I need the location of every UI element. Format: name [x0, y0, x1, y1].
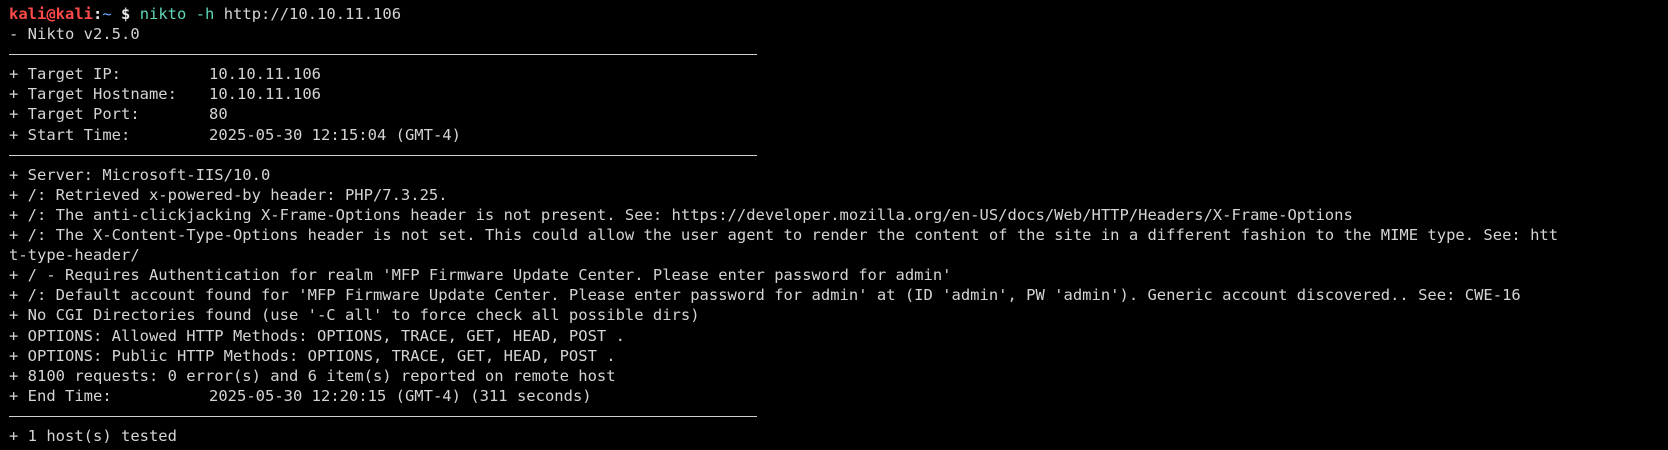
finding-line: + /: The anti-clickjacking X-Frame-Optio…	[9, 205, 1353, 224]
prompt-path: ~	[102, 5, 112, 23]
target-port-label: + Target Port:	[9, 105, 140, 124]
finding-line: + /: Default account found for 'MFP Firm…	[9, 286, 1521, 305]
target-hostname-row: + Target Hostname: 10.10.11.106	[9, 84, 1668, 104]
target-hostname-value: 10.10.11.106	[209, 85, 321, 104]
target-port-value: 80	[209, 105, 228, 124]
prompt-user-host: kali@kali	[9, 5, 93, 23]
finding-line: + Server: Microsoft-IIS/10.0	[9, 165, 271, 184]
finding-line: + /: Retrieved x-powered-by header: PHP/…	[9, 185, 448, 204]
target-port-row: + Target Port: 80	[9, 104, 1668, 124]
finding-line: + 8100 requests: 0 error(s) and 6 item(s…	[9, 366, 616, 385]
finding-line: + No CGI Directories found (use '-C all'…	[9, 306, 700, 325]
command-target: http://10.10.11.106	[223, 5, 402, 23]
separator-line	[9, 406, 1668, 426]
prompt-symbol: $	[111, 5, 140, 23]
target-hostname-label: + Target Hostname:	[9, 85, 177, 104]
start-time-value: 2025-05-30 12:15:04 (GMT-4)	[209, 125, 461, 144]
end-time-label: + End Time:	[9, 386, 112, 405]
command-flag: -h	[195, 5, 215, 23]
target-ip-row: + Target IP: 10.10.11.106	[9, 64, 1668, 84]
end-time-value: 2025-05-30 12:20:15 (GMT-4) (311 seconds…	[209, 386, 592, 405]
start-time-label: + Start Time:	[9, 125, 131, 144]
finding-line: + /: The X-Content-Type-Options header i…	[9, 226, 1559, 245]
terminal-window[interactable]: kali@kali:~ $ nikto -h http://10.10.11.1…	[9, 4, 1668, 446]
summary-line: + 1 host(s) tested	[9, 426, 177, 445]
finding-line: + OPTIONS: Allowed HTTP Methods: OPTIONS…	[9, 326, 625, 345]
target-ip-label: + Target IP:	[9, 65, 121, 84]
start-time-row: + Start Time: 2025-05-30 12:15:04 (GMT-4)	[9, 125, 1668, 145]
separator-line	[9, 44, 1668, 64]
finding-line: + OPTIONS: Public HTTP Methods: OPTIONS,…	[9, 346, 616, 365]
end-time-row: + End Time: 2025-05-30 12:20:15 (GMT-4) (…	[9, 386, 1668, 406]
version-line: - Nikto v2.5.0	[9, 25, 140, 44]
target-ip-value: 10.10.11.106	[209, 65, 321, 84]
finding-line: + / - Requires Authentication for realm …	[9, 266, 952, 285]
prompt-separator: :	[93, 5, 103, 23]
prompt-line: kali@kali:~ $ nikto -h http://10.10.11.1…	[9, 4, 1668, 24]
command-name: nikto	[139, 5, 187, 23]
separator-line	[9, 145, 1668, 165]
finding-line: t-type-header/	[9, 246, 140, 265]
